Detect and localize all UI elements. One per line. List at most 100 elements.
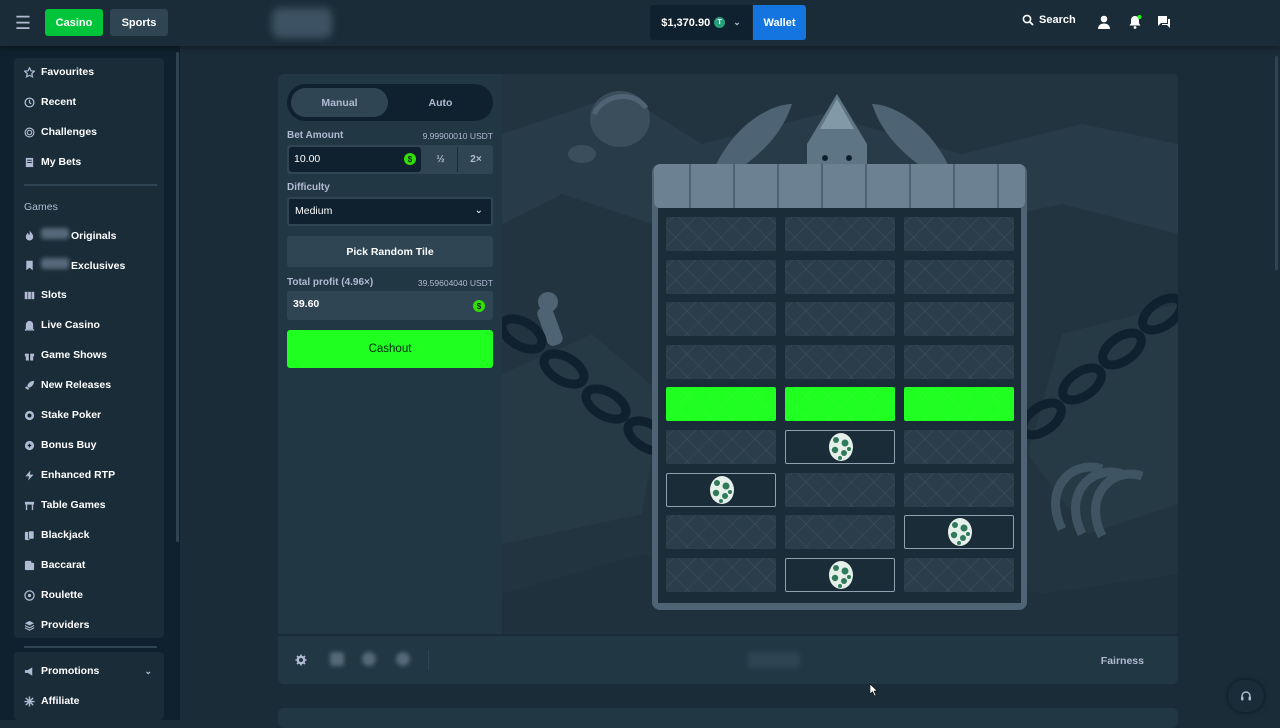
tile-selected[interactable]	[666, 387, 776, 422]
tile-selected[interactable]	[785, 387, 895, 422]
half-bet-button[interactable]: ½	[424, 147, 458, 172]
page-scrollbar[interactable]	[1275, 56, 1278, 270]
tile[interactable]	[904, 557, 1014, 592]
tile-grid	[658, 208, 1021, 603]
tile[interactable]	[666, 344, 776, 379]
tile[interactable]	[904, 344, 1014, 379]
live-support-button[interactable]	[1228, 680, 1264, 712]
tile[interactable]	[785, 217, 895, 251]
game-footer: Fairness	[278, 634, 1178, 684]
stats-icon[interactable]	[362, 652, 376, 666]
sports-tab[interactable]: Sports	[110, 9, 168, 36]
hamburger-menu-icon[interactable]: ☰	[12, 12, 34, 34]
table-icon	[24, 501, 35, 510]
settings-icon[interactable]	[295, 654, 307, 666]
tile[interactable]	[666, 302, 776, 337]
tile-egg[interactable]	[785, 557, 895, 592]
tile[interactable]	[904, 217, 1014, 251]
bet-amount-label: Bet Amount	[287, 130, 344, 141]
search-button[interactable]: Search	[1022, 14, 1076, 26]
notifications-icon[interactable]	[1127, 14, 1143, 30]
tile[interactable]	[785, 344, 895, 379]
difficulty-label: Difficulty	[287, 182, 330, 193]
difficulty-select[interactable]: Medium ⌄	[287, 197, 493, 226]
sidebar-item-promotions[interactable]: Promotions ⌄	[24, 661, 152, 681]
chevron-down-icon: ⌄	[474, 205, 483, 216]
tile[interactable]	[666, 217, 776, 251]
bonus-icon	[24, 440, 35, 450]
sidebar-item-roulette[interactable]: Roulette	[24, 585, 83, 605]
sidebar-item-exclusives[interactable]: Exclusives	[24, 255, 125, 275]
favourite-icon[interactable]	[396, 652, 410, 666]
sidebar-item-baccarat[interactable]: Baccarat	[24, 555, 85, 575]
sidebar-scrollbar[interactable]	[176, 52, 179, 542]
game-stage	[502, 74, 1178, 634]
cashout-button[interactable]: Cashout	[287, 330, 493, 368]
sidebar-item-table-games[interactable]: Table Games	[24, 495, 106, 515]
wallet-button[interactable]: Wallet	[753, 5, 806, 40]
difficulty-value: Medium	[295, 205, 333, 217]
tile[interactable]	[904, 472, 1014, 507]
search-label: Search	[1039, 14, 1076, 26]
tile[interactable]	[666, 259, 776, 294]
balance-selector[interactable]: $1,370.90 T ⌄	[650, 5, 752, 40]
auto-tab[interactable]: Auto	[392, 88, 489, 117]
user-icon[interactable]	[1096, 14, 1112, 30]
tower-board	[652, 164, 1027, 610]
bottom-panel	[278, 708, 1178, 728]
logo[interactable]	[272, 8, 332, 38]
tile[interactable]	[785, 259, 895, 294]
tile[interactable]	[785, 515, 895, 550]
tile[interactable]	[666, 430, 776, 464]
sidebar-item-bonus-buy[interactable]: Bonus Buy	[24, 435, 96, 455]
sidebar-item-favourites[interactable]: Favourites	[24, 62, 94, 82]
pick-random-tile-button[interactable]: Pick Random Tile	[287, 236, 493, 267]
sidebar-item-live-casino[interactable]: Live Casino	[24, 315, 100, 335]
mouse-cursor-icon	[870, 684, 878, 696]
total-profit-field: 39.60 $	[287, 291, 493, 320]
sidebar-item-game-shows[interactable]: Game Shows	[24, 345, 107, 365]
tile-egg[interactable]	[785, 430, 895, 464]
blurred-brand-label	[41, 228, 69, 239]
tile[interactable]	[904, 259, 1014, 294]
sidebar-item-my-bets[interactable]: My Bets	[24, 152, 81, 172]
bolt-icon	[25, 469, 34, 481]
double-bet-button[interactable]: 2×	[459, 147, 493, 172]
tile[interactable]	[904, 302, 1014, 337]
bet-amount-input[interactable]: 10.00	[289, 147, 421, 172]
sidebar-item-challenges[interactable]: Challenges	[24, 122, 97, 142]
sidebar-item-stake-poker[interactable]: Stake Poker	[24, 405, 101, 425]
chevron-down-icon: ⌄	[144, 665, 152, 676]
tile-egg[interactable]	[904, 515, 1014, 550]
chat-icon[interactable]	[1156, 14, 1172, 30]
tile[interactable]	[666, 557, 776, 592]
sidebar-item-blackjack[interactable]: Blackjack	[24, 525, 89, 545]
tile-selected[interactable]	[904, 387, 1014, 422]
balance-amount: $1,370.90	[661, 16, 711, 29]
bet-amount-usdt: 9.99900010 USDT	[422, 131, 493, 141]
casino-tab[interactable]: Casino	[45, 9, 103, 36]
chip-icon	[24, 410, 35, 420]
theatre-mode-icon[interactable]	[330, 652, 344, 666]
dollar-coin-icon: $	[473, 300, 485, 312]
gift-icon	[24, 352, 35, 361]
sidebar-item-recent[interactable]: Recent	[24, 92, 76, 112]
fairness-link[interactable]: Fairness	[1101, 655, 1144, 667]
tile-egg[interactable]	[666, 472, 776, 507]
sidebar-item-new-releases[interactable]: New Releases	[24, 375, 111, 395]
tile[interactable]	[904, 430, 1014, 464]
roulette-icon	[24, 589, 35, 601]
tile[interactable]	[785, 302, 895, 337]
sidebar-item-affiliate[interactable]: Affiliate	[24, 691, 80, 711]
tile[interactable]	[666, 515, 776, 550]
sidebar-item-originals[interactable]: Originals	[24, 225, 117, 245]
dollar-coin-icon: $	[404, 153, 416, 165]
bet-amount-group: 10.00 $ ½ 2×	[287, 145, 493, 174]
sidebar-divider	[24, 184, 157, 186]
sidebar-item-slots[interactable]: Slots	[24, 285, 67, 305]
manual-tab[interactable]: Manual	[291, 88, 388, 117]
bet-controls-panel: Manual Auto Bet Amount 9.99900010 USDT 1…	[278, 74, 502, 634]
sidebar-item-enhanced-rtp[interactable]: Enhanced RTP	[24, 465, 115, 485]
sidebar-item-providers[interactable]: Providers	[24, 615, 89, 635]
tile[interactable]	[785, 472, 895, 507]
